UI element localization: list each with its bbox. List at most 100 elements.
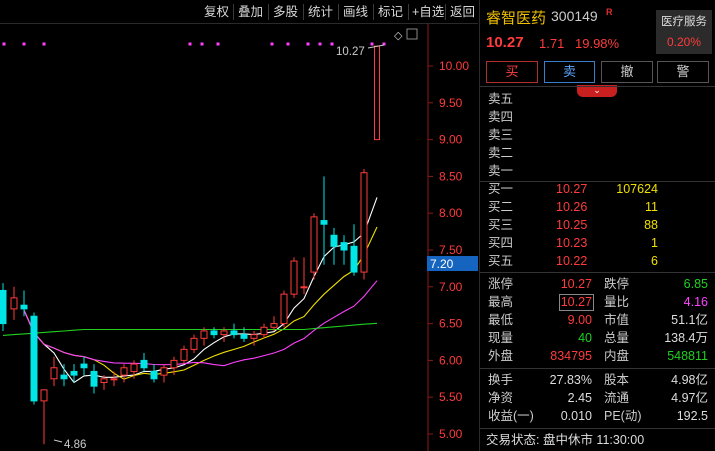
bid-row-5: 买五 10.22 6: [480, 252, 715, 270]
moving-averages: [2, 197, 378, 384]
market-cap-value: 51.1亿: [671, 313, 708, 327]
kline-chart[interactable]: 10.00 9.50 9.00 8.50 8.00 7.50 7.00 6.50 6.00 5.5…: [0, 24, 478, 451]
buy-button[interactable]: 买: [486, 61, 538, 83]
candle-body-up: [130, 363, 138, 372]
r-badge: R: [606, 7, 613, 17]
candle-body-down: [350, 245, 358, 273]
diamond-icon[interactable]: ◇: [394, 29, 403, 42]
ask-row-5: 卖五: [480, 90, 715, 108]
alert-button[interactable]: 警: [657, 61, 709, 83]
candle-body-up: [110, 378, 118, 381]
window-toggle-icon[interactable]: [406, 28, 418, 40]
bid-label: 买三: [488, 218, 514, 232]
stat-label: 换手: [488, 373, 514, 387]
stat-row: 净资 2.45 流通 4.97亿: [480, 389, 715, 407]
sector-name: 医疗服务: [661, 16, 707, 28]
divider: [480, 272, 715, 273]
stat-label: 跌停: [604, 277, 630, 291]
candle-body-up: [10, 297, 18, 310]
stat-row: 外盘 834795 内盘 548811: [480, 347, 715, 365]
candle-body-down: [240, 334, 248, 339]
stat-label: 涨停: [488, 277, 514, 291]
bid-volume: 11: [645, 200, 658, 214]
ask-row-2: 卖二: [480, 144, 715, 162]
trade-status-row: 交易状态: 盘中休市 11:30:00: [480, 431, 715, 449]
stat-label: 最高: [488, 295, 514, 309]
candle-body-down: [0, 289, 7, 325]
candle-body-down: [70, 370, 78, 376]
signal-dot: [318, 42, 322, 46]
last-price: 10.27: [486, 34, 524, 51]
quote-panel: 睿智医药 300149 R 医疗服务 0.20% 10.27 1.71 19.9…: [479, 0, 715, 451]
signal-dot: [370, 42, 374, 46]
trade-status: 交易状态: 盘中休市 11:30:00: [486, 433, 645, 447]
stat-label: 市值: [604, 313, 630, 327]
eps-value: 0.010: [560, 409, 592, 423]
candle-body-up: [100, 378, 108, 383]
candle-body-up: [290, 260, 298, 295]
stock-code: 300149: [551, 8, 598, 24]
divider: [480, 428, 715, 429]
ask-label: 卖五: [488, 92, 514, 106]
signal-dot: [330, 42, 334, 46]
bid-volume: 88: [644, 218, 658, 232]
toolbar-mark-button[interactable]: 标记: [375, 3, 406, 21]
bid-volume: 107624: [616, 182, 658, 196]
stat-row: 现量 40 总量 138.4万: [480, 329, 715, 347]
stat-label: PE(动): [604, 409, 642, 423]
candle-body-up: [160, 367, 168, 376]
candle-body-down: [90, 370, 98, 387]
candle-body-up: [180, 348, 188, 361]
chart-toolbar: 复权 叠加 多股 统计 画线 标记 +自选 返回: [0, 0, 478, 24]
stat-label: 股本: [604, 373, 630, 387]
stat-label: 量比: [604, 295, 630, 309]
cancel-button[interactable]: 撤: [601, 61, 653, 83]
candle-body-up: [220, 330, 228, 336]
candle-body-down: [30, 315, 38, 402]
signal-dot: [200, 42, 204, 46]
high-price-label: 10.27: [336, 46, 365, 58]
bid-row-3: 买三 10.25 88: [480, 216, 715, 234]
bid-label: 买一: [488, 182, 514, 196]
candle-body-up: [50, 367, 58, 380]
outer-volume-value: 834795: [550, 349, 592, 363]
signal-dots: [2, 42, 386, 46]
toolbar-draw-line-button[interactable]: 画线: [340, 3, 371, 21]
stat-row: 最低 9.00 市值 51.1亿: [480, 311, 715, 329]
stat-label: 现量: [488, 331, 514, 345]
price-axis-label: 7.50: [439, 243, 463, 257]
toolbar-overlay-button[interactable]: 叠加: [235, 3, 266, 21]
bid-price: 10.22: [556, 254, 588, 268]
ask-label: 卖三: [488, 128, 514, 142]
toolbar-fuquan-button[interactable]: 复权: [201, 3, 232, 21]
price-axis-label: 6.00: [439, 353, 463, 367]
candle-body-up: [374, 45, 380, 141]
price-axis: 10.00 9.50 9.00 8.50 8.00 7.50 7.00 6.50 6.00 5.5…: [428, 59, 469, 441]
share-capital-value: 4.98亿: [671, 373, 708, 387]
candle-body-up: [40, 389, 48, 402]
toolbar-back-button[interactable]: 返回: [447, 3, 478, 21]
candlesticks: [0, 45, 380, 445]
bid-price: 10.25: [556, 218, 588, 232]
divider: [480, 368, 715, 369]
toolbar-add-watchlist-button[interactable]: +自选: [409, 3, 447, 21]
bid-label: 买二: [488, 200, 514, 214]
inner-volume-value: 548811: [667, 349, 708, 363]
current-price-tag: 7.20: [430, 257, 454, 271]
stat-row: 换手 27.83% 股本 4.98亿: [480, 371, 715, 389]
price-axis-label: 5.50: [439, 390, 463, 404]
stat-label: 流通: [604, 391, 630, 405]
candle-body-up: [270, 323, 278, 328]
low-price-pointer: [53, 439, 63, 443]
bid-volume: 1: [651, 236, 658, 250]
signal-dot: [286, 42, 290, 46]
high-value: 10.27: [558, 294, 594, 311]
toolbar-multi-stock-button[interactable]: 多股: [270, 3, 301, 21]
toolbar-statistics-button[interactable]: 统计: [305, 3, 336, 21]
total-volume-value: 138.4万: [664, 331, 708, 345]
sector-pct: 0.20%: [666, 35, 702, 49]
sector-box[interactable]: 医疗服务 0.20%: [656, 10, 712, 54]
sell-button[interactable]: 卖: [544, 61, 595, 83]
signal-dot: [270, 42, 274, 46]
low-price-label: 4.86: [64, 439, 86, 451]
